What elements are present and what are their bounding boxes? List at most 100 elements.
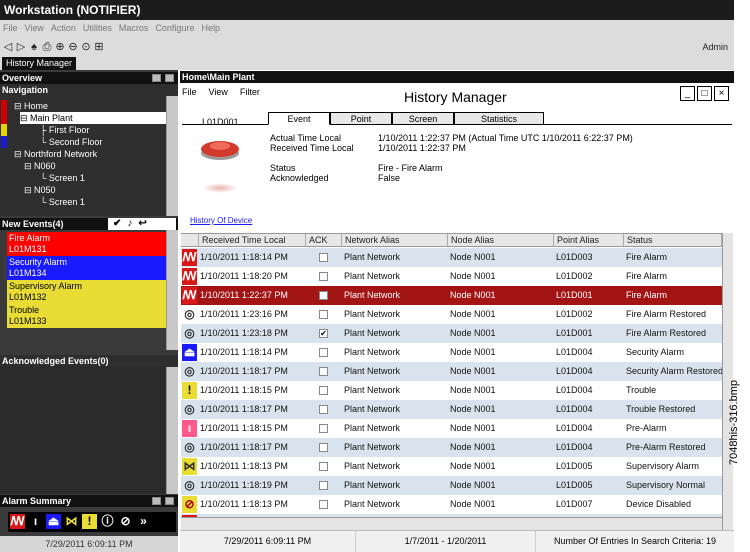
nav-item[interactable]: └ Screen 1 — [40, 172, 166, 184]
column-header-node[interactable]: Node Alias — [448, 234, 554, 247]
tree-expander-icon[interactable]: └ — [40, 137, 49, 147]
tab-event[interactable]: Event — [268, 112, 330, 125]
ack-scrollbar[interactable] — [166, 367, 178, 494]
zoom-in-icon[interactable]: ⊕ — [55, 37, 65, 57]
minimize-button[interactable]: _ — [680, 86, 695, 101]
table-row[interactable]: ⋈ 1/10/2011 1:18:13 PM Plant Network Node N… — [181, 457, 722, 476]
menu-utilities[interactable]: Utilities — [83, 23, 112, 33]
tree-expander-icon[interactable]: ⊟ — [24, 185, 34, 195]
close-button[interactable]: × — [714, 86, 729, 101]
table-horizontal-scrollbar[interactable] — [181, 517, 722, 530]
tree-expander-icon[interactable]: ⊟ — [20, 113, 30, 123]
table-row[interactable]: ◎ 1/10/2011 1:18:17 PM Plant Network Node N… — [181, 400, 722, 419]
collapse-icon[interactable] — [152, 74, 161, 82]
collapse-icon[interactable] — [152, 497, 161, 505]
acknowledge-icon[interactable]: ✔ — [113, 218, 127, 229]
column-header-status[interactable]: Status — [624, 234, 722, 247]
tree-expander-icon[interactable]: ⊟ — [14, 149, 24, 159]
forward-icon[interactable]: ▷ — [16, 37, 26, 57]
silence-icon[interactable]: ♪ — [127, 218, 138, 229]
new-event-item[interactable]: Supervisory Alarm L01M132 — [7, 280, 166, 304]
tree-expander-icon[interactable]: ├ — [40, 125, 49, 135]
menu-action[interactable]: Action — [51, 23, 76, 33]
table-row[interactable]: ! 1/10/2011 1:18:15 PM Plant Network Node N… — [181, 381, 722, 400]
table-row[interactable]: ◎ 1/10/2011 1:23:16 PM Plant Network Node N… — [181, 305, 722, 324]
back-icon[interactable]: ◁ — [3, 37, 13, 57]
ack-checkbox[interactable] — [319, 348, 328, 357]
table-row[interactable]: ◎ 1/10/2011 1:18:17 PM Plant Network Node N… — [181, 438, 722, 457]
menu-help[interactable]: Help — [201, 23, 220, 33]
column-header-point[interactable]: Point Alias — [554, 234, 624, 247]
ack-checkbox[interactable] — [319, 500, 328, 509]
tree-icon[interactable]: ♠ — [29, 37, 39, 57]
reset-icon[interactable]: ↩ — [138, 218, 152, 229]
zoom-out-icon[interactable]: ⊖ — [68, 37, 78, 57]
trouble-icon[interactable]: ! — [82, 514, 97, 529]
window-icon[interactable]: ⊞ — [94, 37, 104, 57]
disabled-icon[interactable]: ⊘ — [118, 514, 133, 529]
table-row[interactable]: ◎ 1/10/2011 1:18:17 PM Plant Network Node N… — [181, 362, 722, 381]
menu-file[interactable]: File — [3, 23, 18, 33]
hm-menu-file[interactable]: File — [182, 87, 197, 97]
nav-item[interactable]: ⊟ Main Plant — [1, 112, 166, 124]
menu-view[interactable]: View — [25, 23, 44, 33]
zoom-fit-icon[interactable]: ⊙ — [81, 37, 91, 57]
tree-expander-icon[interactable]: └ — [40, 173, 49, 183]
tab-history-manager[interactable]: History Manager — [2, 57, 77, 70]
column-header-network[interactable]: Network Alias — [342, 234, 448, 247]
nav-item[interactable]: └ Second Floor — [1, 136, 166, 148]
new-event-item[interactable]: Fire Alarm L01M131 — [7, 232, 166, 256]
ack-checkbox[interactable] — [319, 405, 328, 414]
table-row[interactable]: ꟿ 1/10/2011 1:22:37 PM Plant Network Node N… — [181, 286, 722, 305]
restore-icon[interactable] — [165, 497, 174, 505]
nav-item[interactable]: └ Screen 1 — [40, 196, 166, 208]
column-header-icon[interactable] — [181, 234, 199, 247]
new-event-item[interactable]: Security Alarm L01M134 — [7, 256, 166, 280]
column-header-ack[interactable]: ACK — [306, 234, 342, 247]
table-row[interactable]: ꟿ 1/10/2011 1:18:20 PM Plant Network Node N… — [181, 267, 722, 286]
table-row[interactable]: ◎ 1/10/2011 1:18:19 PM Plant Network Node N… — [181, 476, 722, 495]
nav-item[interactable]: ⊟ N050 — [24, 184, 166, 196]
nav-scrollbar[interactable] — [166, 96, 178, 216]
column-header-time[interactable]: Received Time Local — [199, 234, 306, 247]
table-row[interactable]: ⏏ 1/10/2011 1:18:14 PM Plant Network Node N… — [181, 343, 722, 362]
ack-checkbox[interactable]: ✔ — [319, 329, 328, 338]
nav-item[interactable]: ├ First Floor — [1, 124, 166, 136]
restore-icon[interactable] — [165, 74, 174, 82]
ack-checkbox[interactable] — [319, 481, 328, 490]
nav-item[interactable]: ⊟ Northford Network — [14, 148, 166, 160]
ack-checkbox[interactable] — [319, 253, 328, 262]
ack-checkbox[interactable] — [319, 310, 328, 319]
table-row[interactable]: ⊘ 1/10/2011 1:18:13 PM Plant Network Node N… — [181, 495, 722, 514]
new-event-item[interactable]: Trouble L01M133 — [7, 304, 166, 328]
ack-checkbox[interactable] — [319, 367, 328, 376]
nav-item[interactable]: ⊟ N060 — [24, 160, 166, 172]
ack-checkbox[interactable] — [319, 424, 328, 433]
pre-alarm-icon[interactable]: ı — [28, 514, 43, 529]
info-icon[interactable]: ⓘ — [100, 514, 115, 529]
menu-configure[interactable]: Configure — [155, 23, 194, 33]
ack-checkbox[interactable] — [319, 462, 328, 471]
more-icon[interactable]: » — [136, 514, 151, 529]
history-of-device-link[interactable]: History Of Device — [190, 216, 252, 225]
ack-checkbox[interactable] — [319, 272, 328, 281]
ack-checkbox[interactable] — [319, 291, 328, 300]
table-row[interactable]: ◎ 1/10/2011 1:23:18 PM Plant Network Node N… — [181, 324, 722, 343]
menu-macros[interactable]: Macros — [119, 23, 149, 33]
events-scrollbar[interactable] — [166, 230, 178, 350]
ack-checkbox[interactable] — [319, 443, 328, 452]
fire-alarm-icon[interactable]: ꟿ — [10, 514, 25, 529]
supervisory-icon[interactable]: ⋈ — [64, 514, 79, 529]
table-row[interactable]: ı 1/10/2011 1:18:15 PM Plant Network Node N… — [181, 419, 722, 438]
tree-expander-icon[interactable]: ⊟ — [24, 161, 34, 171]
tree-expander-icon[interactable]: └ — [40, 197, 49, 207]
table-row[interactable]: ꟿ 1/10/2011 1:18:14 PM Plant Network Node N… — [181, 248, 722, 267]
nav-item[interactable]: ⊟ Home — [1, 100, 166, 112]
maximize-button[interactable]: □ — [697, 86, 712, 101]
hm-menu-view[interactable]: View — [209, 87, 228, 97]
hm-menu-filter[interactable]: Filter — [240, 87, 260, 97]
security-alarm-icon[interactable]: ⏏ — [46, 514, 61, 529]
ack-checkbox[interactable] — [319, 386, 328, 395]
tree-expander-icon[interactable]: ⊟ — [14, 101, 24, 111]
print-icon[interactable]: ⎙ — [42, 37, 52, 57]
